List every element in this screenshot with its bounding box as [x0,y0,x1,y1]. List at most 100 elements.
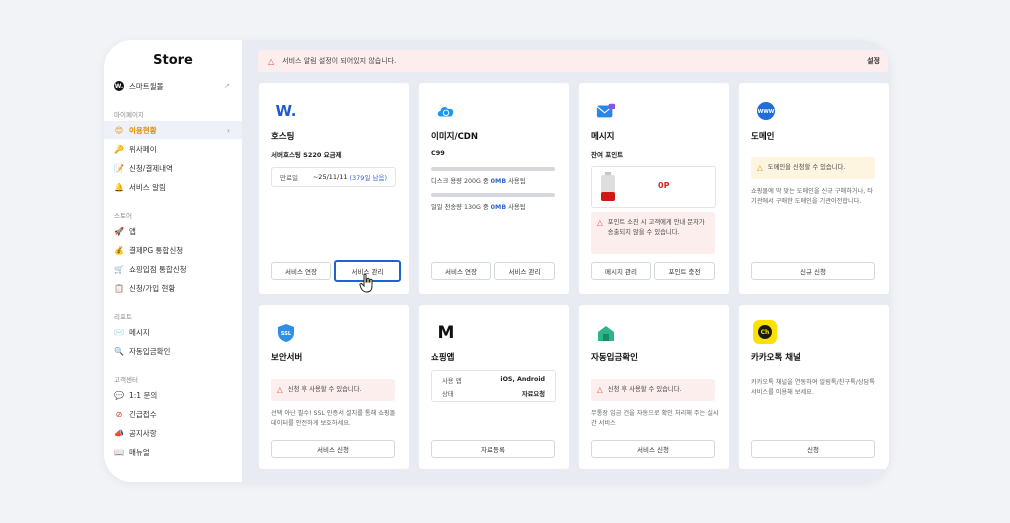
cloud-icon [436,101,456,121]
sidebar-item-label: 신청/결제내역 [129,163,173,173]
card-title: 보안서버 [271,353,303,363]
traffic-usage-bar [431,193,555,197]
expire-box: 만료일 ~25/11/11 (379일 남음) [271,167,396,187]
sidebar-item-label: 신청/가입 현황 [129,283,176,293]
card-hosting: W. 호스팅 서버호스팅 S220 요금제 만료일 ~25/11/11 (379… [259,83,409,294]
sidebar-item-label: 위사페이 [129,144,157,154]
main-content: △ 서비스 알림 설정이 되어있지 않습니다. 설정 W. 호스팅 서버호스팅 … [242,40,890,482]
shop-name: 스마트윌몰 [129,81,164,91]
info-value: iOS, Android [500,376,545,383]
traffic-usage-text: 일일 전송량 130G 중 0MB 사용됨 [431,204,526,211]
sidebar-item-app[interactable]: 🚀 앱 [104,222,242,240]
sidebar-item-label: 매뉴얼 [129,447,150,457]
info-key: 상태 [442,391,454,398]
expire-label: 만료일 [280,174,298,182]
svg-text:SSL: SSL [281,331,292,337]
clipboard-icon: 📋 [114,283,124,293]
key-icon: 🔑 [114,144,124,154]
card-kakao-channel: Ch 카카오톡 채널 카카오톡 채널을 연동하여 알림톡/친구톡/상담톡 서비스… [739,305,889,469]
sidebar-item-inquiry[interactable]: 💬 1:1 문의 [104,386,242,404]
ssl-shield-icon: SSL [276,323,296,343]
magnifier-icon: 🔍 [114,346,124,356]
sidebar: Store W. 스마트윌몰 ↗ 마이페이지 😊 이용현황 › 🔑 위사페이 📝… [104,40,242,482]
info-key: 사용 앱 [442,378,462,385]
alert-text: 서비스 알림 설정이 되어있지 않습니다. [282,57,397,65]
shop-logo: W. [114,81,124,91]
sidebar-item-manual[interactable]: 📖 매뉴얼 [104,443,242,461]
chat-icon: 💬 [114,390,124,400]
card-cdn: 이미지/CDN C99 디스크 용량 200G 중 0MB 사용됨 일일 전송량… [419,83,569,294]
store-title: Store [153,53,193,68]
points-label: 잔여 포인트 [591,151,624,159]
domain-note: △ 도메인을 신청할 수 있습니다. [751,157,875,179]
points-value: 0P [658,181,670,190]
card-title: 이미지/CDN [431,132,478,142]
ssl-note: △ 신청 후 사용할 수 있습니다. [271,379,395,401]
sidebar-item-wisapay[interactable]: 🔑 위사페이 [104,140,242,158]
sidebar-item-label: 자동입금확인 [129,346,171,356]
kakao-channel-icon: Ch [753,320,777,344]
section-heading-report: 리포트 [114,313,132,321]
sidebar-item-notice[interactable]: 📣 공지사항 [104,424,242,442]
sidebar-item-label: 긴급접수 [129,409,157,419]
card-shopping-app: M 쇼핑앱 사용 앱 iOS, Android 상태 자료요청 자료등록 [419,305,569,469]
warning-icon: △ [597,218,603,227]
disk-usage-bar [431,167,555,171]
globe-www-icon: WWW [756,101,776,121]
manage-message-button[interactable]: 메시지 관리 [591,262,651,280]
sidebar-item-usage[interactable]: 😊 이용현황 › [104,121,242,139]
info-value: 자료요청 [521,391,545,398]
card-title: 메시지 [591,132,615,142]
sidebar-item-pg[interactable]: 💰 결제PG 통합신청 [104,241,242,259]
section-heading-support: 고객센터 [114,376,138,384]
extend-service-button[interactable]: 서비스 연장 [431,262,491,280]
sidebar-item-application-status[interactable]: 📋 신청/가입 현황 [104,279,242,297]
manage-service-button[interactable]: 서비스 관리 [494,262,555,280]
moneybag-icon: 💰 [114,245,124,255]
apply-button[interactable]: 신청 [751,440,875,458]
sidebar-item-auto-deposit[interactable]: 🔍 자동입금확인 [104,342,242,360]
note-text: 신청 후 사용할 수 있습니다. [607,386,682,393]
sidebar-item-label: 1:1 문의 [129,390,158,400]
card-title: 자동입금확인 [591,353,638,363]
new-domain-button[interactable]: 신규 신청 [751,262,875,280]
card-description: 카카오톡 채널을 연동하여 알림톡/친구톡/상담톡 서비스를 이용해 보세요. [751,379,875,396]
sidebar-item-payment-history[interactable]: 📝 신청/결제내역 [104,159,242,177]
sidebar-item-label: 서비스 알림 [129,182,166,192]
card-title: 카카오톡 채널 [751,353,801,363]
charge-points-button[interactable]: 포인트 충전 [654,262,715,280]
note-text: 신청 후 사용할 수 있습니다. [287,386,362,393]
sidebar-item-service-alert[interactable]: 🔔 서비스 알림 [104,178,242,196]
sidebar-item-label: 이용현황 [129,125,157,135]
chevron-right-icon: › [227,125,230,135]
m-logo-icon: M [437,323,455,343]
card-title: 도메인 [751,132,775,142]
card-message: 메시지 잔여 포인트 0P △ 포인트 소진 시 고객에게 안내 문자가 송출되… [579,83,729,294]
bell-icon: 🔔 [114,182,124,192]
battery-icon [601,172,615,201]
rocket-icon: 🚀 [114,226,124,236]
apply-service-button[interactable]: 서비스 신청 [591,440,715,458]
extend-service-button[interactable]: 서비스 연장 [271,262,331,280]
note-icon: 📝 [114,163,124,173]
card-ssl: SSL 보안서버 △ 신청 후 사용할 수 있습니다. 선택 아닌 필수! SS… [259,305,409,469]
card-domain: WWW 도메인 △ 도메인을 신청할 수 있습니다. 쇼핑몰에 딱 맞는 도메인… [739,83,889,294]
expire-remain: (379일 남음) [349,174,388,182]
points-box: 0P [591,166,716,208]
external-link-icon[interactable]: ↗ [224,82,230,90]
prohibited-icon: ⊘ [115,409,123,419]
app-window: Store W. 스마트윌몰 ↗ 마이페이지 😊 이용현황 › 🔑 위사페이 📝… [104,40,890,482]
sidebar-item-label: 메시지 [129,327,150,337]
sidebar-item-label: 앱 [129,226,136,236]
hand-cursor-icon [359,273,373,293]
apply-service-button[interactable]: 서비스 신청 [271,440,395,458]
sidebar-item-message[interactable]: ✉️ 메시지 [104,323,242,341]
sidebar-item-emergency[interactable]: ⊘ 긴급접수 [104,405,242,423]
shop-selector[interactable]: W. 스마트윌몰 ↗ [104,77,242,95]
card-title: 쇼핑앱 [431,353,455,363]
alert-settings-link[interactable]: 설정 [867,56,880,66]
disk-usage-text: 디스크 용량 200G 중 0MB 사용됨 [431,178,526,185]
warning-icon: △ [597,385,603,394]
sidebar-item-shopping-entry[interactable]: 🛒 쇼핑입점 통합신청 [104,260,242,278]
register-data-button[interactable]: 자료등록 [431,440,555,458]
